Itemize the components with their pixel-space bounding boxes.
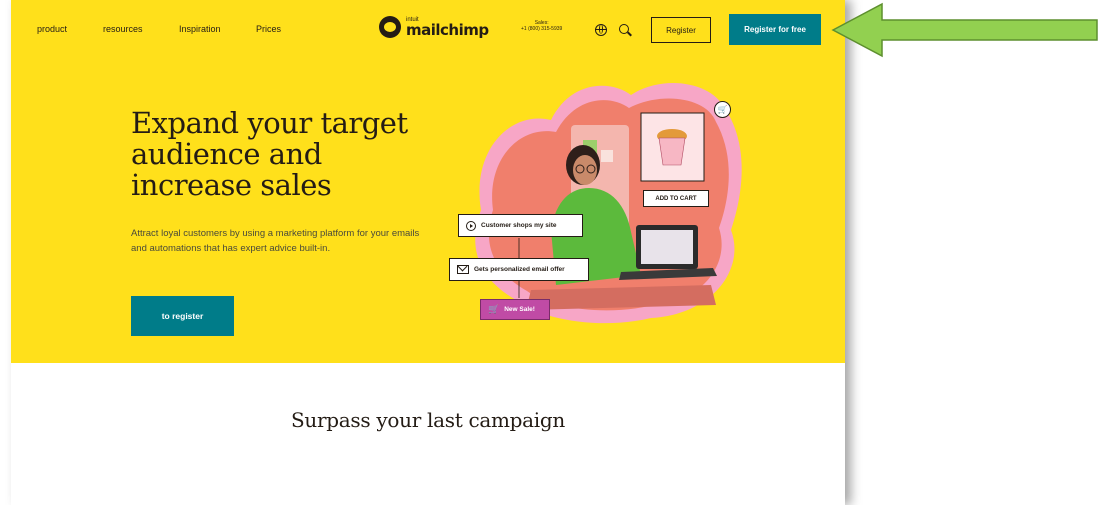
annotation-arrow-shape [831, 2, 1098, 58]
annotation-arrow [831, 2, 1098, 58]
